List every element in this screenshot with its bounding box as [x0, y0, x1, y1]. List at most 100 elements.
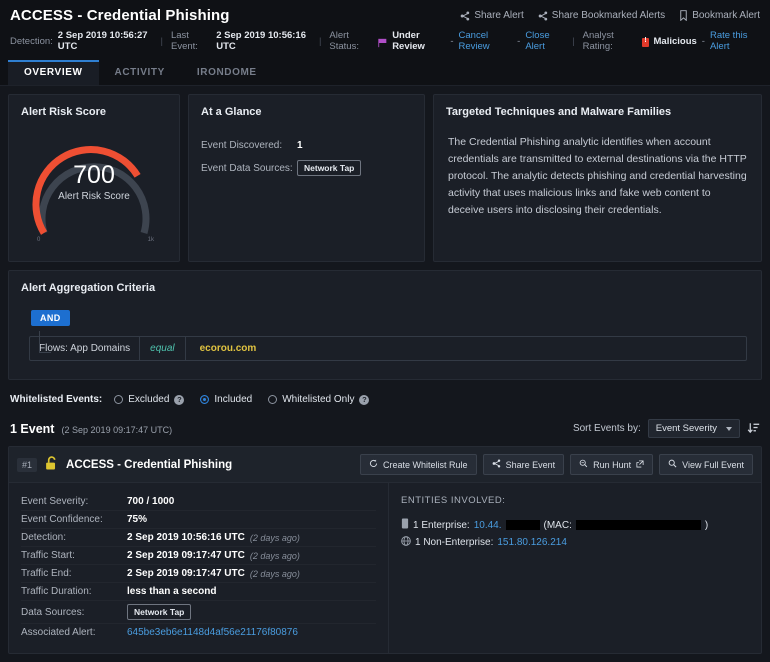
events-count-group: 1 Event (2 Sep 2019 09:17:47 UTC): [10, 422, 172, 436]
search-icon: [668, 459, 677, 470]
and-operator-badge[interactable]: AND: [31, 310, 70, 326]
rate-this-alert-link[interactable]: Rate this Alert: [710, 30, 760, 52]
glance-row: Event Discovered: 1: [201, 140, 412, 151]
event-severity-value: 700 / 1000: [127, 496, 175, 507]
event-index-badge: #1: [17, 457, 38, 472]
event-confidence-value: 75%: [127, 514, 148, 525]
analyst-rating-value: Malicious: [653, 35, 697, 47]
detail-row: Data Sources: Network Tap: [21, 601, 376, 624]
redacted-mac-block: [575, 520, 701, 530]
last-event-value: 2 Sep 2019 10:56:16 UTC: [216, 30, 306, 52]
gauge-min-label: 0: [37, 237, 41, 243]
create-whitelist-rule-button[interactable]: Create Whitelist Rule: [360, 454, 477, 475]
share-icon: [538, 11, 548, 21]
share-bookmarked-alerts-button[interactable]: Share Bookmarked Alerts: [538, 10, 665, 21]
data-source-chip[interactable]: Network Tap: [127, 604, 192, 620]
radio-option-included[interactable]: Included: [200, 394, 252, 405]
detail-row: Event Confidence: 75%: [21, 511, 376, 529]
entities-involved-title: ENTITIES INVOLVED:: [401, 495, 506, 506]
view-full-event-button[interactable]: View Full Event: [659, 454, 753, 475]
enterprise-mac-close: ): [704, 519, 709, 531]
event-card: #1 ACCESS - Credential Phishing Create W…: [8, 446, 762, 654]
alert-status-value: Under Review: [392, 30, 425, 52]
run-hunt-label: Run Hunt: [593, 459, 632, 470]
bookmark-alert-button[interactable]: Bookmark Alert: [679, 10, 760, 21]
view-full-event-label: View Full Event: [682, 459, 744, 470]
sort-descending-icon[interactable]: [747, 422, 760, 435]
meta-divider: |: [572, 35, 575, 47]
traffic-end-relative-time: (2 days ago): [249, 568, 300, 579]
refresh-icon: [369, 459, 378, 470]
radio-excluded[interactable]: [114, 395, 124, 404]
criteria-connector: [39, 331, 51, 353]
detection-value: 2 Sep 2019 10:56:16 UTC: [127, 532, 245, 543]
meta-dash: -: [517, 35, 521, 47]
enterprise-mac-label: (MAC:: [543, 519, 572, 531]
sort-controls: Sort Events by: Event Severity: [573, 419, 760, 438]
close-alert-link[interactable]: Close Alert: [525, 30, 564, 52]
risk-score-value: 700: [73, 161, 115, 189]
share-icon: [460, 11, 470, 21]
detail-row: Traffic Start: 2 Sep 2019 09:17:47 UTC (…: [21, 547, 376, 565]
create-whitelist-rule-label: Create Whitelist Rule: [383, 459, 468, 470]
meta-divider: |: [160, 35, 163, 47]
malicious-severity-icon: [641, 37, 649, 47]
server-icon: [401, 518, 409, 532]
criteria-operator: equal: [140, 337, 186, 360]
enterprise-ip-address[interactable]: 10.44.: [474, 520, 502, 531]
sort-events-select[interactable]: Event Severity: [647, 419, 740, 438]
radio-included[interactable]: [200, 395, 210, 404]
gauge-max-label: 1k: [147, 237, 154, 243]
alert-status-label: Alert Status:: [329, 30, 359, 52]
traffic-start-label: Traffic Start:: [21, 550, 75, 561]
meta-dash: -: [701, 35, 705, 47]
share-event-label: Share Event: [505, 459, 556, 470]
glance-row: Event Data Sources: Network Tap: [201, 160, 412, 176]
at-a-glance-panel: At a Glance Event Discovered: 1 Event Da…: [188, 94, 425, 262]
bookmark-icon: [679, 10, 688, 21]
detection-label: Detection:: [21, 532, 67, 543]
page-title: ACCESS - Credential Phishing: [10, 7, 230, 24]
redacted-ip-block: [505, 520, 540, 530]
meta-divider: |: [318, 35, 322, 47]
criteria-value: ecorou.com: [199, 343, 257, 354]
non-enterprise-ip-address[interactable]: 151.80.126.214: [497, 537, 567, 548]
share-icon: [492, 459, 501, 470]
help-icon[interactable]: ?: [174, 394, 185, 405]
traffic-start-relative-time: (2 days ago): [249, 550, 300, 561]
radio-option-whitelisted-only[interactable]: Whitelisted Only ?: [268, 394, 370, 405]
event-confidence-label: Event Confidence:: [21, 514, 103, 525]
detection-relative-time: (2 days ago): [249, 532, 300, 543]
radio-excluded-label: Excluded: [128, 394, 170, 405]
cancel-review-link[interactable]: Cancel Review: [459, 30, 513, 52]
tab-overview[interactable]: OVERVIEW: [8, 60, 99, 85]
detection-label: Detection:: [10, 35, 53, 47]
event-name: ACCESS - Credential Phishing: [66, 458, 233, 471]
top-header: ACCESS - Credential Phishing Share Alert…: [0, 0, 770, 52]
risk-gauge: 700 Alert Risk Score 0 1k: [9, 117, 179, 247]
alert-meta-row: Detection: 2 Sep 2019 10:56:27 UTC | Las…: [10, 30, 760, 52]
event-discovered-label: Event Discovered:: [201, 140, 283, 151]
share-alert-button[interactable]: Share Alert: [460, 10, 524, 21]
flag-icon: [378, 38, 387, 47]
run-hunt-button[interactable]: Run Hunt: [570, 454, 654, 475]
radio-option-excluded[interactable]: Excluded ?: [114, 394, 185, 405]
alert-risk-score-panel: Alert Risk Score 700 Alert Risk Score 0 …: [8, 94, 180, 262]
detail-row: Event Severity: 700 / 1000: [21, 493, 376, 511]
help-icon[interactable]: ?: [359, 394, 370, 405]
alert-aggregation-criteria-panel: Alert Aggregation Criteria AND Flows: Ap…: [8, 270, 762, 380]
associated-alert-link[interactable]: 645be3eb6e1148d4af56e21176f80876: [127, 627, 298, 638]
data-source-chip[interactable]: Network Tap: [297, 160, 362, 176]
tab-activity[interactable]: ACTIVITY: [99, 60, 181, 85]
gauge-center-label: 700 Alert Risk Score: [20, 161, 168, 203]
share-alert-label: Share Alert: [474, 10, 524, 21]
tab-irondome[interactable]: IRONDOME: [181, 60, 273, 85]
external-link-icon: [636, 459, 644, 470]
tab-bar: OVERVIEW ACTIVITY IRONDOME: [0, 52, 770, 86]
globe-icon: [401, 536, 411, 549]
non-enterprise-count-label: 1 Non-Enterprise:: [415, 537, 494, 548]
share-event-button[interactable]: Share Event: [482, 454, 565, 475]
radio-whitelisted-only[interactable]: [268, 395, 278, 404]
traffic-end-value: 2 Sep 2019 09:17:47 UTC: [127, 568, 245, 579]
event-data-sources-label: Event Data Sources:: [201, 162, 293, 174]
